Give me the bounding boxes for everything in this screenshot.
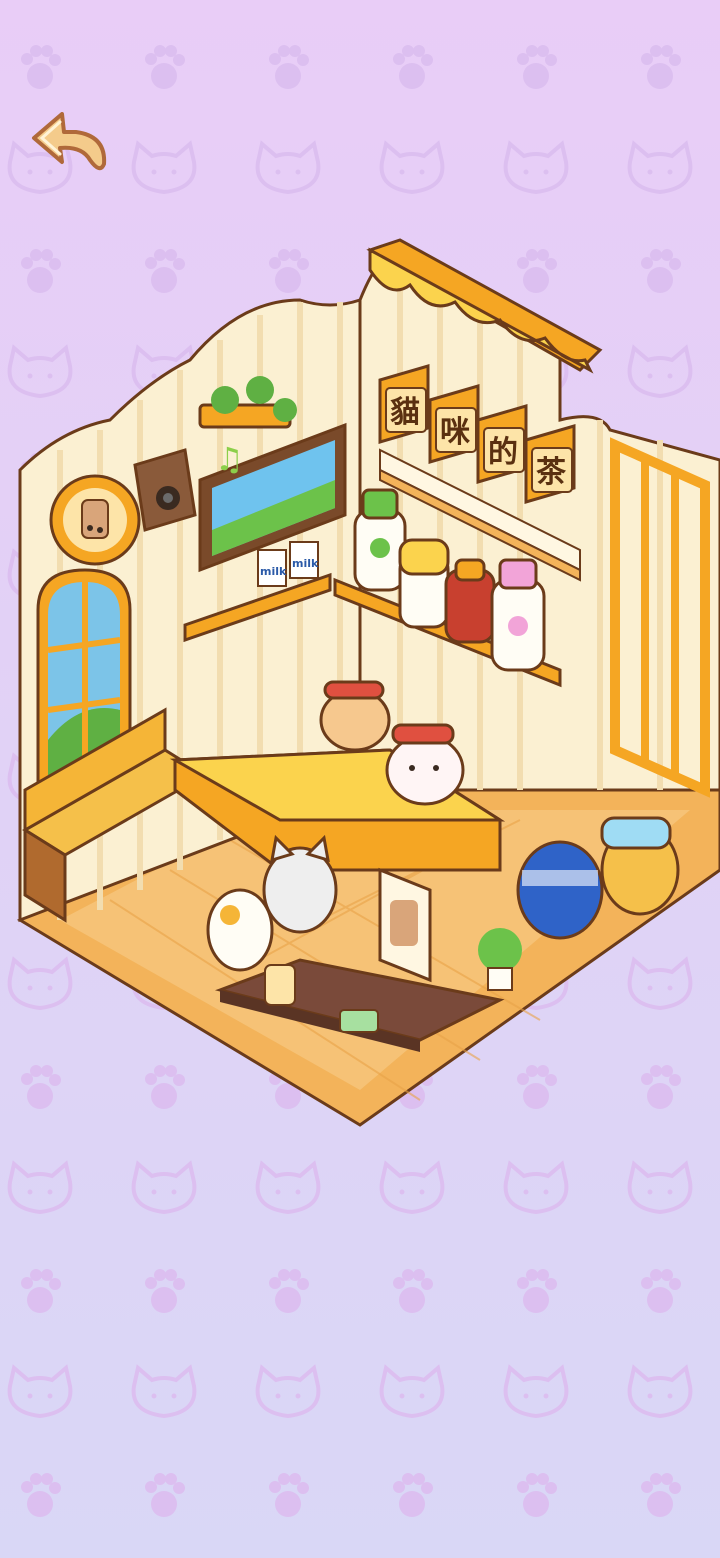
sign-char-3: 的 xyxy=(488,435,518,470)
speaker[interactable] xyxy=(133,448,197,532)
blue-helmet-cat[interactable] xyxy=(516,840,604,940)
cat-face-icon xyxy=(627,142,693,194)
paw-icon xyxy=(393,45,433,89)
cat-face-icon xyxy=(255,142,321,194)
paw-icon xyxy=(269,45,309,89)
paw-icon xyxy=(21,1269,61,1313)
paw-icon xyxy=(517,1473,557,1517)
barista-cat[interactable] xyxy=(319,680,391,752)
cat-face-icon xyxy=(627,1366,693,1418)
paw-icon xyxy=(641,1473,681,1517)
calico-cat-customer[interactable] xyxy=(206,888,274,972)
milk-label-2: milk xyxy=(292,557,319,570)
paw-icon xyxy=(517,45,557,89)
paw-icon xyxy=(21,45,61,89)
drink-poster xyxy=(378,867,432,983)
back-button[interactable] xyxy=(26,108,110,180)
cat-face-icon xyxy=(131,1366,197,1418)
boba-tea-sign xyxy=(49,474,141,566)
sign-char-2: 咪 xyxy=(440,415,470,450)
cat-face-icon xyxy=(131,1162,197,1214)
cat-face-icon xyxy=(7,1366,73,1418)
cat-face-icon xyxy=(131,142,197,194)
cat-face-icon xyxy=(503,1366,569,1418)
milk-label-1: milk xyxy=(260,565,287,578)
cat-face-icon xyxy=(627,1162,693,1214)
paw-icon xyxy=(641,45,681,89)
diver-cat[interactable] xyxy=(600,816,680,916)
cat-face-icon xyxy=(255,1366,321,1418)
paw-icon xyxy=(269,1269,309,1313)
cashier-cat[interactable] xyxy=(385,723,465,806)
paw-icon xyxy=(21,1473,61,1517)
cat-face-icon xyxy=(503,1162,569,1214)
paw-icon xyxy=(145,45,185,89)
paw-icon xyxy=(393,1473,433,1517)
music-note-icon: ♫ xyxy=(215,440,244,478)
cat-face-icon xyxy=(255,1162,321,1214)
paw-icon xyxy=(641,1269,681,1313)
cat-face-icon xyxy=(379,1366,445,1418)
paw-icon xyxy=(269,1473,309,1517)
back-arrow-icon xyxy=(32,112,107,171)
sign-char-1: 貓 xyxy=(390,395,420,430)
grey-cat-customer[interactable] xyxy=(262,834,338,934)
paw-icon xyxy=(145,1269,185,1313)
cat-face-icon xyxy=(379,142,445,194)
cat-face-icon xyxy=(379,1162,445,1214)
sign-char-4: 茶 xyxy=(536,455,567,490)
paw-icon xyxy=(145,1473,185,1517)
paw-icon xyxy=(393,1269,433,1313)
paw-icon xyxy=(517,1269,557,1313)
cat-face-icon xyxy=(7,1162,73,1214)
shop-room[interactable]: 貓 咪 的 茶 ♫ milk milk xyxy=(0,230,720,1140)
cat-face-icon xyxy=(503,142,569,194)
